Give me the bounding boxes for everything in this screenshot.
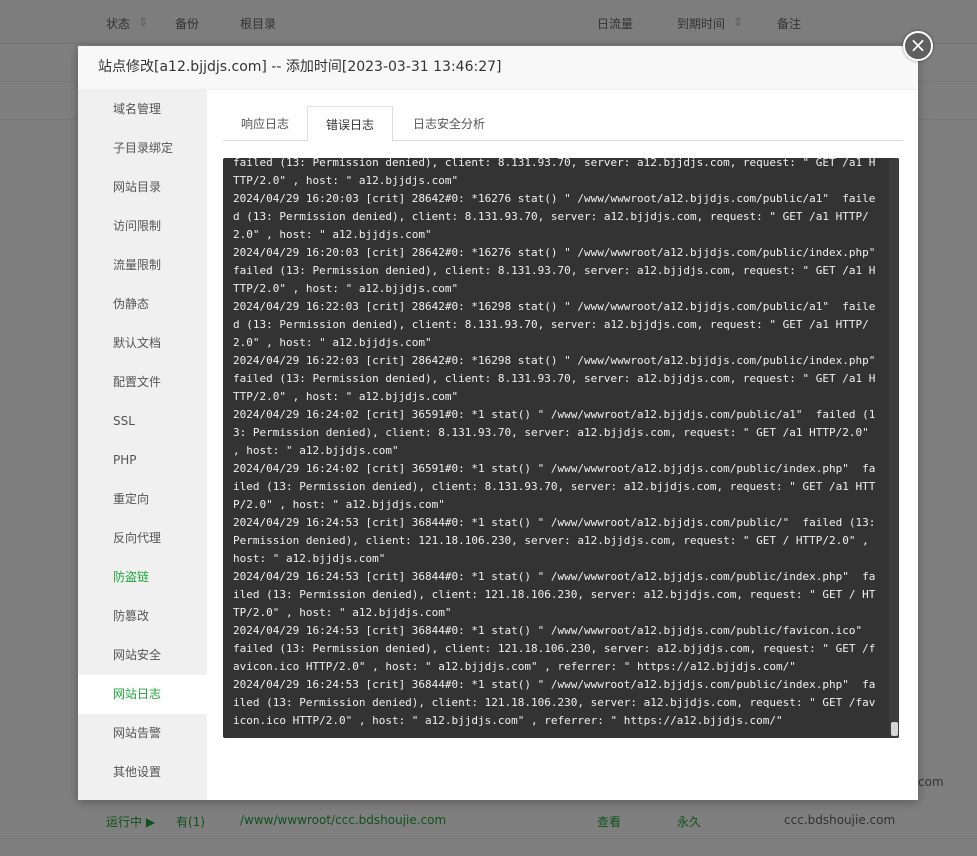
log-scrollbar[interactable] bbox=[889, 158, 899, 738]
error-log-text: failed (13: Permission denied), client: … bbox=[233, 158, 876, 727]
sidebar-item-hotlink[interactable]: 防盗链 bbox=[78, 558, 207, 597]
site-edit-modal: 站点修改[a12.bjjdjs.com] -- 添加时间[2023-03-31 … bbox=[78, 46, 918, 800]
sidebar-item-site-dir[interactable]: 网站目录 bbox=[78, 168, 207, 207]
sidebar-item-site-alert[interactable]: 网站告警 bbox=[78, 714, 207, 753]
tab-error-log[interactable]: 错误日志 bbox=[307, 106, 394, 142]
sidebar-item-access-limit[interactable]: 访问限制 bbox=[78, 207, 207, 246]
log-content: 响应日志 错误日志 日志安全分析 failed (13: Permission … bbox=[223, 106, 903, 738]
modal-title: 站点修改[a12.bjjdjs.com] -- 添加时间[2023-03-31 … bbox=[78, 46, 918, 90]
sidebar-item-rewrite[interactable]: 伪静态 bbox=[78, 285, 207, 324]
sidebar-item-subdir[interactable]: 子目录绑定 bbox=[78, 129, 207, 168]
sidebar-item-ssl[interactable]: SSL bbox=[78, 402, 207, 441]
error-log-viewer[interactable]: failed (13: Permission denied), client: … bbox=[223, 158, 899, 738]
log-tabs: 响应日志 错误日志 日志安全分析 bbox=[223, 106, 903, 142]
sidebar-item-traffic-limit[interactable]: 流量限制 bbox=[78, 246, 207, 285]
sidebar-item-config[interactable]: 配置文件 bbox=[78, 363, 207, 402]
sidebar-item-site-log[interactable]: 网站日志 bbox=[78, 675, 207, 714]
sidebar-item-domain[interactable]: 域名管理 bbox=[78, 90, 207, 129]
sidebar-item-other-settings[interactable]: 其他设置 bbox=[78, 753, 207, 792]
sidebar-item-php[interactable]: PHP bbox=[78, 441, 207, 480]
modal-sidebar: 域名管理 子目录绑定 网站目录 访问限制 流量限制 伪静态 默认文档 配置文件 … bbox=[78, 90, 207, 800]
sidebar-item-tamper-proof[interactable]: 防篡改 bbox=[78, 597, 207, 636]
sidebar-item-site-security[interactable]: 网站安全 bbox=[78, 636, 207, 675]
tab-log-security-analysis[interactable]: 日志安全分析 bbox=[395, 106, 503, 141]
sidebar-item-redirect[interactable]: 重定向 bbox=[78, 480, 207, 519]
tab-access-log[interactable]: 响应日志 bbox=[223, 106, 307, 141]
sidebar-item-reverse-proxy[interactable]: 反向代理 bbox=[78, 519, 207, 558]
log-scrollbar-thumb[interactable] bbox=[891, 722, 898, 736]
close-icon[interactable]: × bbox=[903, 31, 933, 61]
sidebar-item-default-doc[interactable]: 默认文档 bbox=[78, 324, 207, 363]
